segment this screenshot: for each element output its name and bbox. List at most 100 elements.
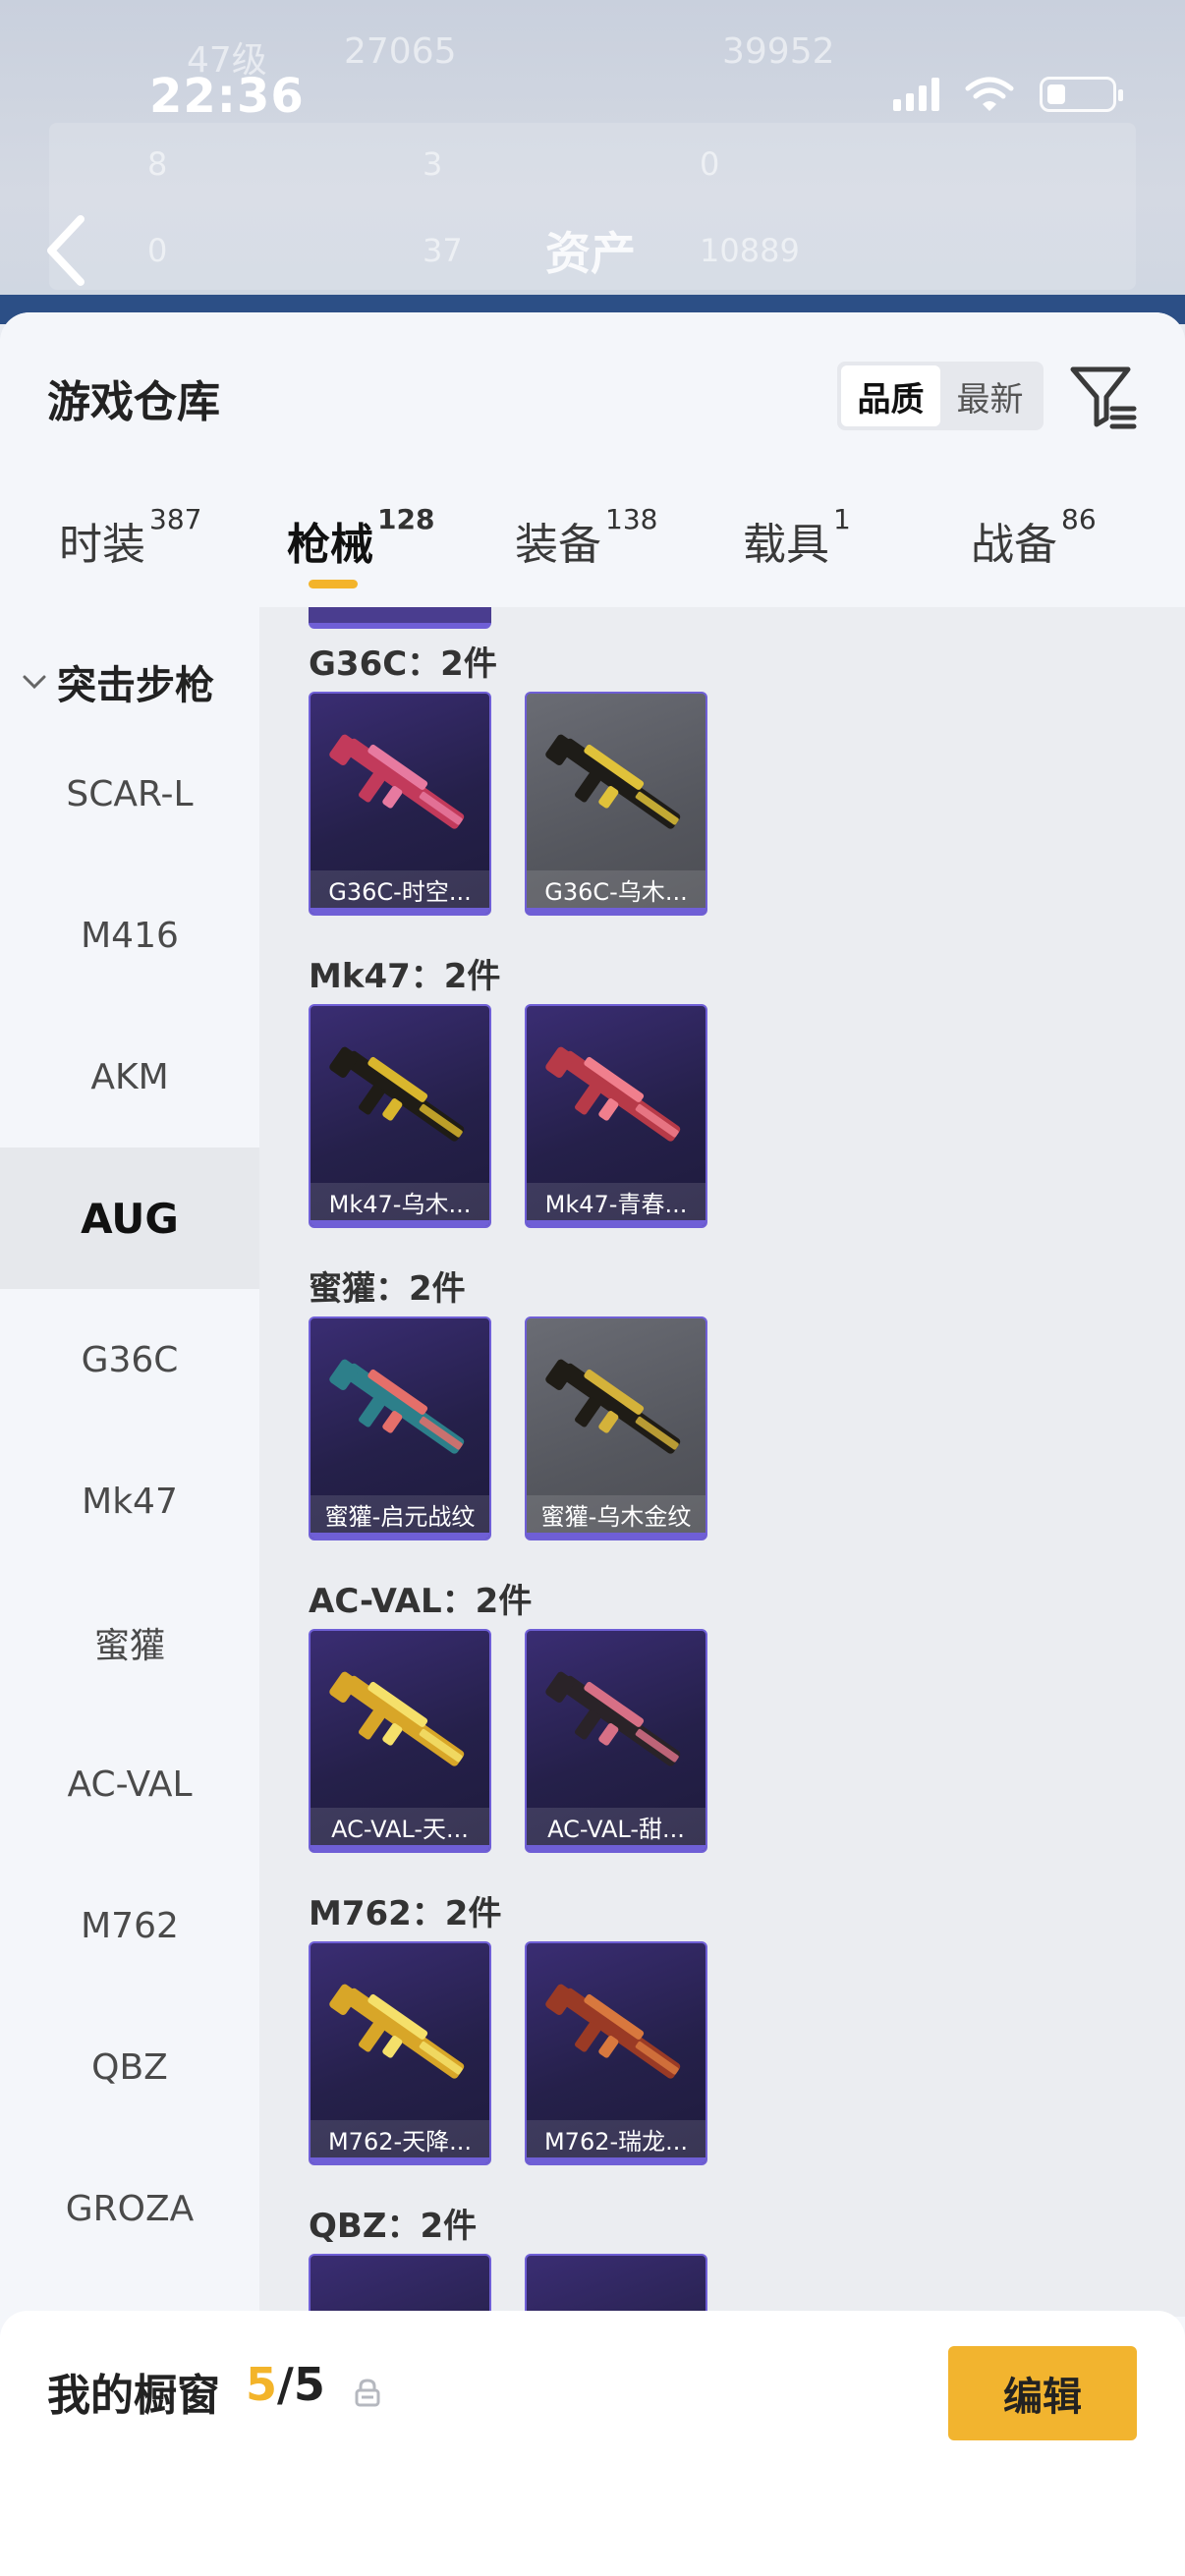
weapon-image [545, 1671, 681, 1766]
chevron-down-icon [23, 675, 46, 690]
sidebar-group-label: 突击步枪 [57, 663, 214, 708]
weapon-skin-card[interactable]: AC-VAL-天... [309, 1629, 491, 1853]
tab-supplies[interactable]: 战备86 [971, 503, 1097, 572]
sort-quality-option[interactable]: 品质 [841, 365, 940, 426]
sidebar-item-g36c[interactable]: G36C [0, 1289, 259, 1430]
weapon-skin-name: AC-VAL-甜... [527, 1808, 705, 1851]
weapon-skin-name: G36C-时空... [310, 870, 489, 914]
weapon-image [545, 1359, 681, 1454]
battery-icon [1040, 77, 1123, 112]
profile-header-background: 47级 27065 39952 8 3 0 0 37 10889 22:36 资… [0, 0, 1185, 324]
sidebar-item-m416[interactable]: M416 [0, 865, 259, 1006]
cellular-signal-icon [893, 78, 939, 111]
status-time: 22:36 [149, 69, 305, 124]
weapon-skin-card[interactable]: 蜜獾-乌木金纹 [525, 1316, 707, 1540]
showcase-count: 5/5 [246, 2358, 325, 2411]
category-tabs: 时装387 枪械128 装备138 载具1 战备86 [0, 503, 1185, 607]
weapon-image [545, 1046, 681, 1142]
row1-c: 0 [700, 145, 720, 183]
weapon-skin-card[interactable]: G36C-乌木... [525, 692, 707, 916]
tab-fashion-label: 时装 [59, 520, 145, 570]
weapon-image [329, 1984, 465, 2079]
row2-a: 0 [147, 232, 168, 269]
weapon-skin-name: AC-VAL-天... [310, 1808, 489, 1851]
category-label: AC-VAL：2件 [309, 1582, 533, 1621]
weapon-skin-card[interactable]: Mk47-乌木... [309, 1004, 491, 1228]
weapon-image [329, 1359, 465, 1454]
showcase-bar: 我的橱窗 5/5 编辑 [0, 2311, 1185, 2576]
weapon-skin-card[interactable]: 蜜獾-启元战纹 [309, 1316, 491, 1540]
assets-title: 资产 [545, 227, 636, 280]
row2-c: 10889 [700, 232, 800, 269]
weapon-skin-name: 蜜獾-乌木金纹 [527, 1495, 705, 1539]
sidebar-group-assault-rifles[interactable]: 突击步枪 [0, 652, 259, 711]
row1-b: 3 [423, 145, 443, 183]
wifi-icon [965, 77, 1014, 111]
edit-showcase-button[interactable]: 编辑 [948, 2346, 1137, 2440]
lock-icon [355, 2379, 380, 2407]
weapon-skin-card[interactable]: G36C-时空... [309, 692, 491, 916]
sheet-header: 游戏仓库 品质 最新 时装387 枪械128 装备138 载具1 战备86 [0, 312, 1185, 607]
showcase-total: /5 [277, 2358, 325, 2411]
weapon-card-partial[interactable] [309, 2254, 491, 2317]
weapon-card-partial[interactable] [525, 2254, 707, 2317]
stat-b-text: 39952 [722, 31, 835, 72]
weapon-skin-name: M762-瑞龙... [527, 2120, 705, 2163]
weapon-sidebar: 突击步枪 SCAR-L M416 AKM AUG G36C Mk47 蜜獾 AC-VAL M76… [0, 607, 259, 2317]
partial-card-above[interactable] [309, 607, 491, 629]
sidebar-item-mk47[interactable]: Mk47 [0, 1430, 259, 1572]
sort-newest-option[interactable]: 最新 [940, 365, 1040, 426]
weapon-grid: G36C：2件 G36C-时空... G36C-乌木... Mk47：2件 Mk47-乌… [259, 607, 1185, 2317]
weapon-image [329, 1046, 465, 1142]
status-icons [893, 77, 1123, 112]
active-tab-indicator [309, 580, 358, 588]
tab-firearms-label: 枪械 [287, 520, 373, 570]
showcase-current: 5 [246, 2358, 278, 2411]
row2-b: 37 [423, 232, 463, 269]
sidebar-item-groza[interactable]: GROZA [0, 2138, 259, 2279]
weapon-skin-card[interactable]: M762-天降... [309, 1941, 491, 2165]
tab-equipment-count: 138 [605, 503, 658, 535]
tab-supplies-count: 86 [1061, 503, 1097, 535]
sheet-title: 游戏仓库 [47, 377, 220, 427]
weapon-skin-name: Mk47-乌木... [310, 1183, 489, 1226]
category-label: G36C：2件 [309, 644, 497, 684]
tab-vehicles-count: 1 [833, 503, 851, 535]
weapon-skin-name: 蜜獾-启元战纹 [310, 1495, 489, 1539]
weapon-skin-name: M762-天降... [310, 2120, 489, 2163]
category-label: 蜜獾：2件 [309, 1269, 466, 1309]
category-label: QBZ：2件 [309, 2207, 478, 2246]
sort-toggle: 品质 最新 [837, 362, 1044, 430]
filter-icon[interactable] [1069, 362, 1138, 430]
sidebar-item-aug[interactable]: AUG [0, 1148, 259, 1289]
weapon-image [329, 734, 465, 829]
row1-a: 8 [147, 145, 168, 183]
weapon-skin-card[interactable]: AC-VAL-甜... [525, 1629, 707, 1853]
tab-vehicles[interactable]: 载具1 [743, 503, 851, 572]
tab-firearms-count: 128 [377, 503, 435, 535]
sidebar-item-akm[interactable]: AKM [0, 1006, 259, 1148]
weapon-image [329, 1671, 465, 1766]
showcase-title: 我的橱窗 [47, 2371, 220, 2421]
stat-a-text: 27065 [344, 31, 457, 72]
tab-supplies-label: 战备 [971, 520, 1057, 570]
weapon-image [545, 734, 681, 829]
weapon-skin-name: G36C-乌木... [527, 870, 705, 914]
sidebar-item-scar-l[interactable]: SCAR-L [0, 723, 259, 865]
back-arrow-icon[interactable] [37, 211, 96, 290]
tab-fashion-count: 387 [149, 503, 202, 535]
category-label: M762：2件 [309, 1894, 502, 1933]
sidebar-item-qbz[interactable]: QBZ [0, 1996, 259, 2138]
tab-equipment[interactable]: 装备138 [515, 503, 657, 572]
weapon-skin-name: Mk47-青春... [527, 1183, 705, 1226]
tab-firearms[interactable]: 枪械128 [287, 503, 434, 572]
sidebar-item-m762[interactable]: M762 [0, 1855, 259, 1996]
weapon-skin-card[interactable]: M762-瑞龙... [525, 1941, 707, 2165]
weapon-skin-card[interactable]: Mk47-青春... [525, 1004, 707, 1228]
warehouse-sheet: 游戏仓库 品质 最新 时装387 枪械128 装备138 载具1 战备86 突击… [0, 312, 1185, 2576]
sidebar-item-ac-val[interactable]: AC-VAL [0, 1713, 259, 1855]
weapon-image [545, 1984, 681, 2079]
tab-fashion[interactable]: 时装387 [59, 503, 201, 572]
sidebar-item-[interactable]: 蜜獾 [0, 1572, 259, 1713]
tab-equipment-label: 装备 [515, 520, 601, 570]
